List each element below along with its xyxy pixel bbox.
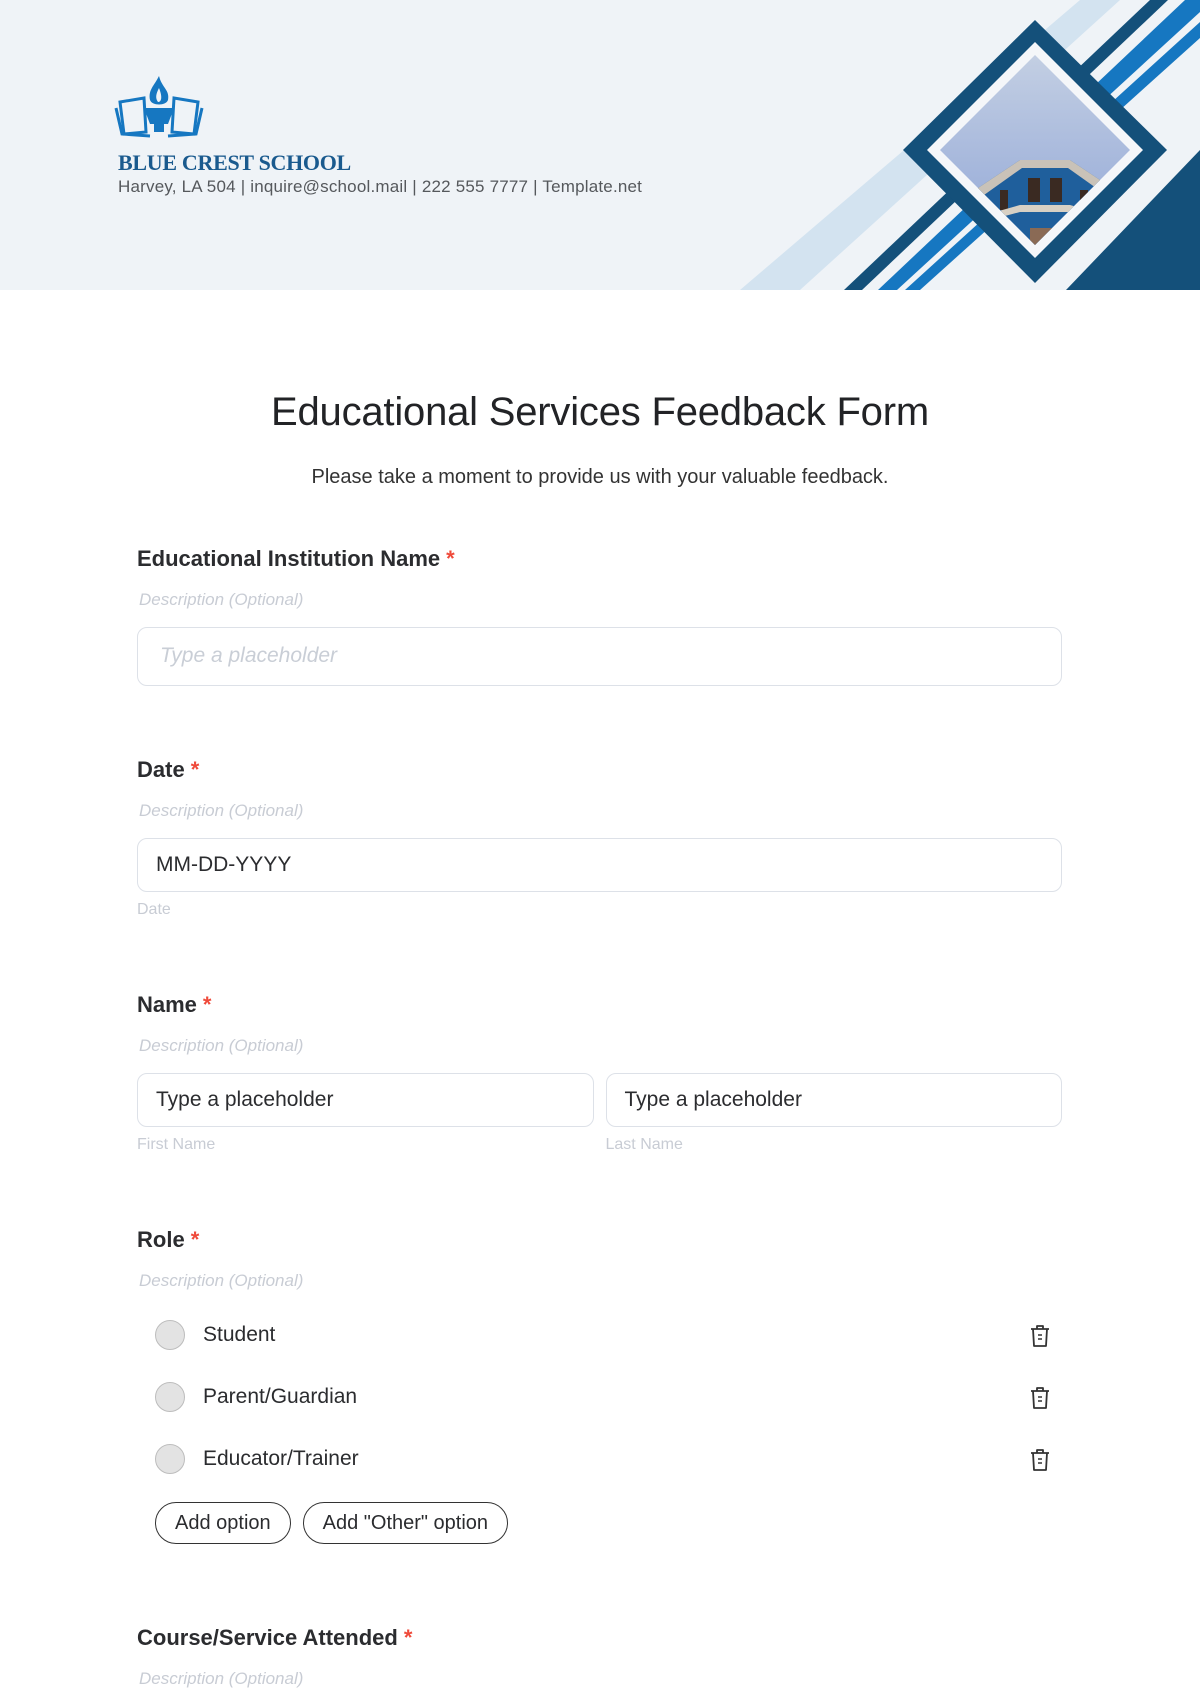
- name-field-section: Name * Description (Optional) Type a plac…: [137, 991, 1062, 1155]
- header-decoration: [740, 0, 1200, 290]
- name-label-text: Name: [137, 992, 197, 1017]
- institution-label: Educational Institution Name *: [137, 545, 1062, 573]
- school-logo-icon: [114, 76, 204, 138]
- school-name: BLUE CREST SCHOOL: [118, 150, 351, 175]
- trash-icon[interactable]: [1028, 1385, 1052, 1411]
- first-name-column: Type a placeholder First Name: [137, 1057, 594, 1155]
- role-field-section: Role * Description (Optional) Student Par…: [137, 1226, 1062, 1544]
- role-label-text: Role: [137, 1227, 185, 1252]
- name-description[interactable]: Description (Optional): [139, 1035, 1062, 1057]
- trash-icon[interactable]: [1028, 1447, 1052, 1473]
- role-options-list: Student Parent/Guardian Educator/Trainer: [137, 1304, 1062, 1490]
- last-name-column: Type a placeholder Last Name: [605, 1057, 1062, 1155]
- option-buttons: Add option Add "Other" option: [155, 1502, 1062, 1544]
- first-name-sublabel: First Name: [137, 1136, 216, 1153]
- required-asterisk: *: [446, 546, 455, 571]
- date-description[interactable]: Description (Optional): [139, 800, 1062, 822]
- institution-description[interactable]: Description (Optional): [139, 589, 1062, 611]
- date-sublabel: Date: [137, 901, 171, 918]
- trash-icon[interactable]: [1028, 1323, 1052, 1349]
- role-label: Role *: [137, 1226, 1062, 1254]
- date-input[interactable]: MM-DD-YYYY: [137, 838, 1062, 892]
- date-field-section: Date * Description (Optional) MM-DD-YYYY …: [137, 756, 1062, 920]
- add-option-button[interactable]: Add option: [155, 1502, 291, 1544]
- institution-input[interactable]: Type a placeholder: [137, 627, 1062, 686]
- role-option[interactable]: Student: [137, 1304, 1062, 1366]
- radio-button[interactable]: [155, 1444, 185, 1474]
- required-asterisk: *: [202, 992, 212, 1017]
- date-label-text: Date: [137, 757, 185, 782]
- course-field-section: Course/Service Attended * Description (Op…: [137, 1624, 1062, 1690]
- course-label-text: Course/Service Attended: [137, 1625, 398, 1650]
- course-label: Course/Service Attended *: [137, 1624, 1062, 1652]
- name-label: Name *: [137, 991, 1062, 1019]
- institution-label-text: Educational Institution Name: [137, 546, 441, 571]
- role-description[interactable]: Description (Optional): [139, 1270, 1062, 1292]
- institution-field-section: Educational Institution Name * Descriptio…: [137, 545, 1062, 686]
- add-other-option-button[interactable]: Add "Other" option: [302, 1502, 509, 1544]
- required-asterisk: *: [190, 1227, 200, 1252]
- form-title: Educational Services Feedback Form: [271, 390, 929, 434]
- last-name-input[interactable]: Type a placeholder: [605, 1073, 1062, 1127]
- role-option-label: Student: [203, 1323, 276, 1346]
- role-option-label: Educator/Trainer: [203, 1447, 359, 1470]
- radio-button[interactable]: [155, 1320, 185, 1350]
- role-option[interactable]: Parent/Guardian: [137, 1366, 1062, 1428]
- name-inputs-row: Type a placeholder First Name Type a pla…: [137, 1057, 1062, 1155]
- role-option[interactable]: Educator/Trainer: [137, 1428, 1062, 1490]
- course-description[interactable]: Description (Optional): [139, 1668, 1062, 1690]
- first-name-input[interactable]: Type a placeholder: [137, 1073, 594, 1127]
- required-asterisk: *: [190, 757, 200, 782]
- last-name-sublabel: Last Name: [605, 1136, 683, 1153]
- school-contact-info: Harvey, LA 504 | inquire@school.mail | 2…: [118, 177, 643, 196]
- radio-button[interactable]: [155, 1382, 185, 1412]
- role-option-label: Parent/Guardian: [203, 1385, 358, 1408]
- date-label: Date *: [137, 756, 1062, 784]
- form-subtitle: Please take a moment to provide us with …: [311, 466, 889, 488]
- required-asterisk: *: [403, 1625, 413, 1650]
- header-banner: BLUE CREST SCHOOL Harvey, LA 504 | inqui…: [0, 0, 1200, 290]
